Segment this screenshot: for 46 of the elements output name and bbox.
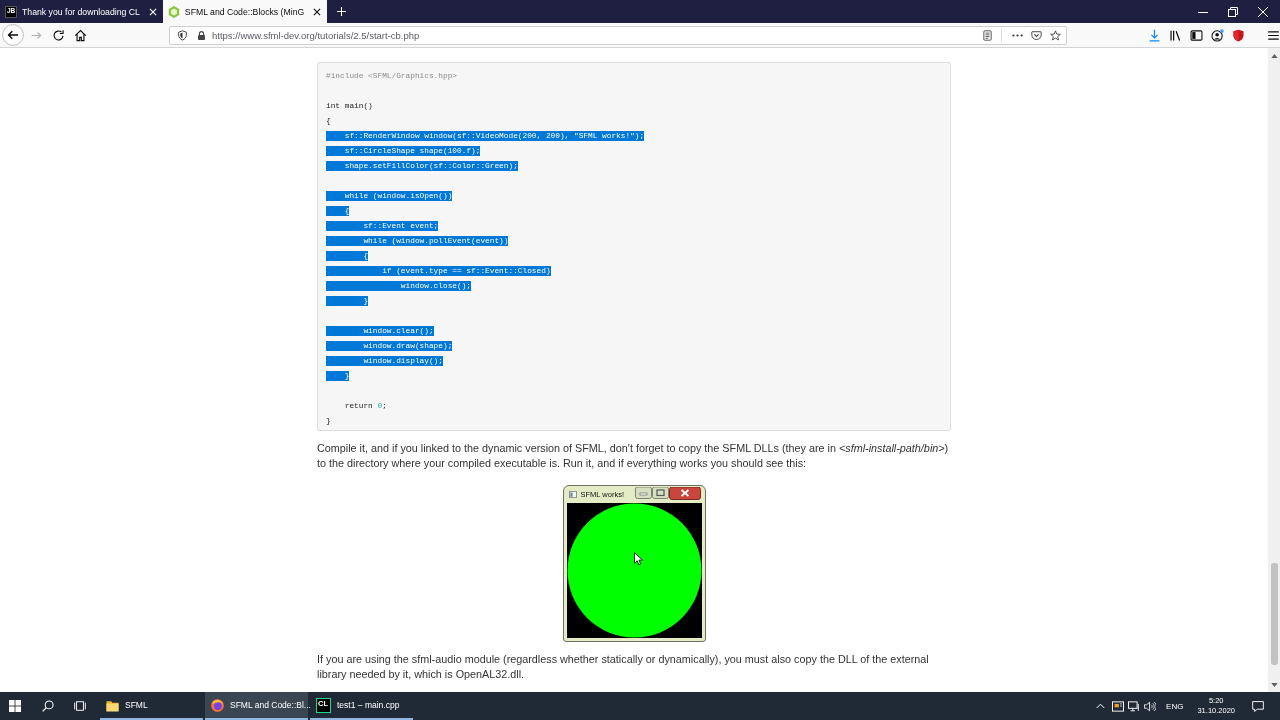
task-view-icon[interactable]	[74, 700, 86, 712]
volume-icon[interactable]	[1144, 700, 1157, 712]
shield-icon[interactable]	[1232, 28, 1245, 42]
pocket-icon[interactable]	[1031, 29, 1042, 41]
url-text[interactable]: https://www.sfml-dev.org/tutorials/2.5/start-cb.php	[212, 29, 420, 41]
reader-view-icon[interactable]	[982, 29, 993, 41]
scroll-up-icon[interactable]	[1270, 54, 1278, 58]
close-icon[interactable]	[313, 7, 322, 16]
scrollbar[interactable]	[1268, 48, 1280, 692]
language-indicator[interactable]: ENG	[1166, 701, 1184, 711]
maximize-icon	[651, 487, 669, 499]
windows-start-icon[interactable]	[9, 700, 21, 712]
more-icon[interactable]	[1012, 33, 1023, 37]
star-icon[interactable]	[1050, 29, 1061, 41]
ring-logo-icon	[211, 698, 224, 712]
taskbar-button[interactable]: SFML and Code::Bl...	[205, 692, 308, 720]
account-icon[interactable]	[1211, 28, 1224, 42]
menu-icon[interactable]	[1267, 28, 1280, 42]
scroll-thumb[interactable]	[1270, 563, 1278, 665]
chevron-up-icon[interactable]	[1096, 703, 1106, 709]
notification-icon[interactable]	[1252, 700, 1264, 712]
window-app-icon[interactable]	[1112, 700, 1125, 712]
home-icon[interactable]	[74, 28, 87, 42]
folder-icon	[106, 698, 119, 712]
monitor-icon[interactable]	[1128, 700, 1141, 712]
minimize-icon	[634, 487, 652, 499]
sidebar-icon[interactable]	[1190, 28, 1203, 42]
url-field[interactable]: https://www.sfml-dev.org/tutorials/2.5/start-cb.php	[169, 25, 1067, 45]
pointer-icon	[633, 552, 643, 566]
plus-icon[interactable]	[337, 7, 347, 16]
taskbar-button[interactable]: SFML	[100, 692, 203, 720]
close-icon	[668, 487, 701, 500]
back-icon[interactable]	[2, 24, 24, 46]
shield-icon[interactable]	[177, 29, 188, 41]
reload-icon[interactable]	[52, 28, 65, 42]
hexagon-logo-icon	[167, 5, 180, 18]
download-icon[interactable]	[1148, 28, 1161, 42]
library-icon[interactable]	[1169, 28, 1182, 42]
window-icon	[568, 491, 577, 498]
scroll-down-icon[interactable]	[1270, 683, 1278, 687]
browser-tab[interactable]: SFML and Code::Blocks (MinG	[162, 0, 328, 23]
restore-icon[interactable]	[1228, 6, 1238, 17]
paragraph: If you are using the sfml-audio module (regardless whether statically or dynamically), you must also copy the DLL of the external library needed by it, which is OpenAL32.dll.	[317, 652, 930, 682]
paragraph: Compile it, and if you linked to the dynamic version of SFML, don't forget to copy the SFML DLLs (they are in <sfml-install-path/bin>) to the directory where your compiled executable is. Run it, and if everything works you should see this:	[317, 441, 950, 471]
search-icon[interactable]	[42, 700, 54, 712]
lock-icon[interactable]	[196, 29, 207, 41]
